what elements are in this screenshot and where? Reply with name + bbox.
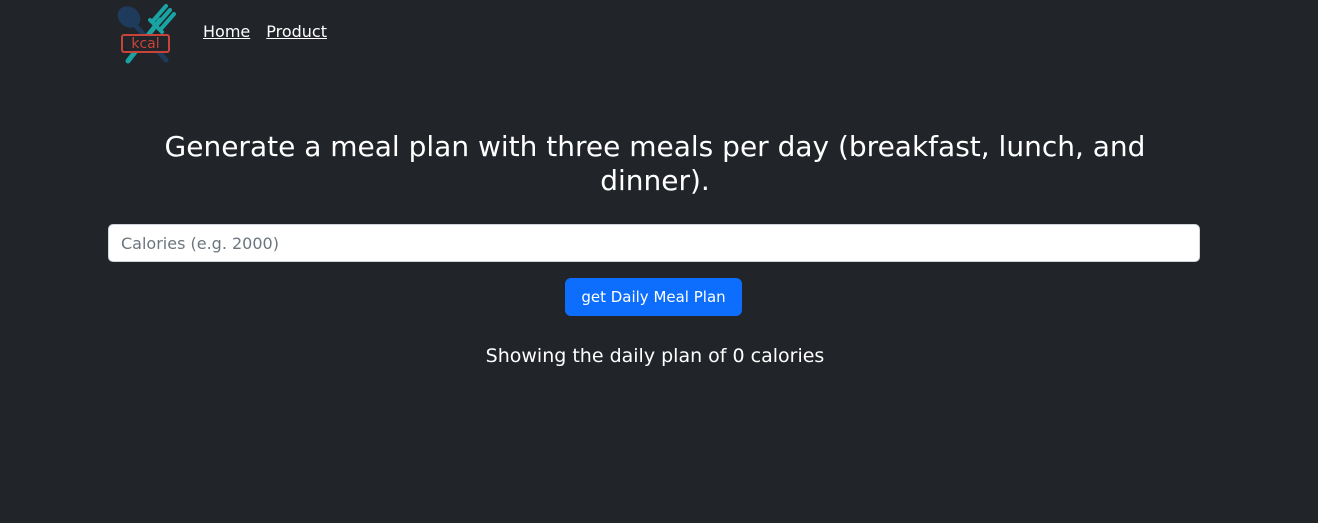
brand-logo[interactable]: kcal [114,2,178,64]
nav-link-home[interactable]: Home [203,22,250,41]
logo-text: kcal [131,36,159,52]
top-navbar: kcal Home Product [0,0,1318,66]
page-title: Generate a meal plan with three meals pe… [164,130,1146,197]
calories-input[interactable] [108,224,1200,262]
kcal-logo-icon: kcal [117,4,176,64]
nav-links: Home Product [203,22,327,41]
nav-link-product[interactable]: Product [266,22,327,41]
result-text: Showing the daily plan of 0 calories [485,345,825,367]
page: kcal Home Product Generate a meal plan w… [0,0,1318,523]
get-daily-meal-plan-button[interactable]: get Daily Meal Plan [565,278,742,316]
